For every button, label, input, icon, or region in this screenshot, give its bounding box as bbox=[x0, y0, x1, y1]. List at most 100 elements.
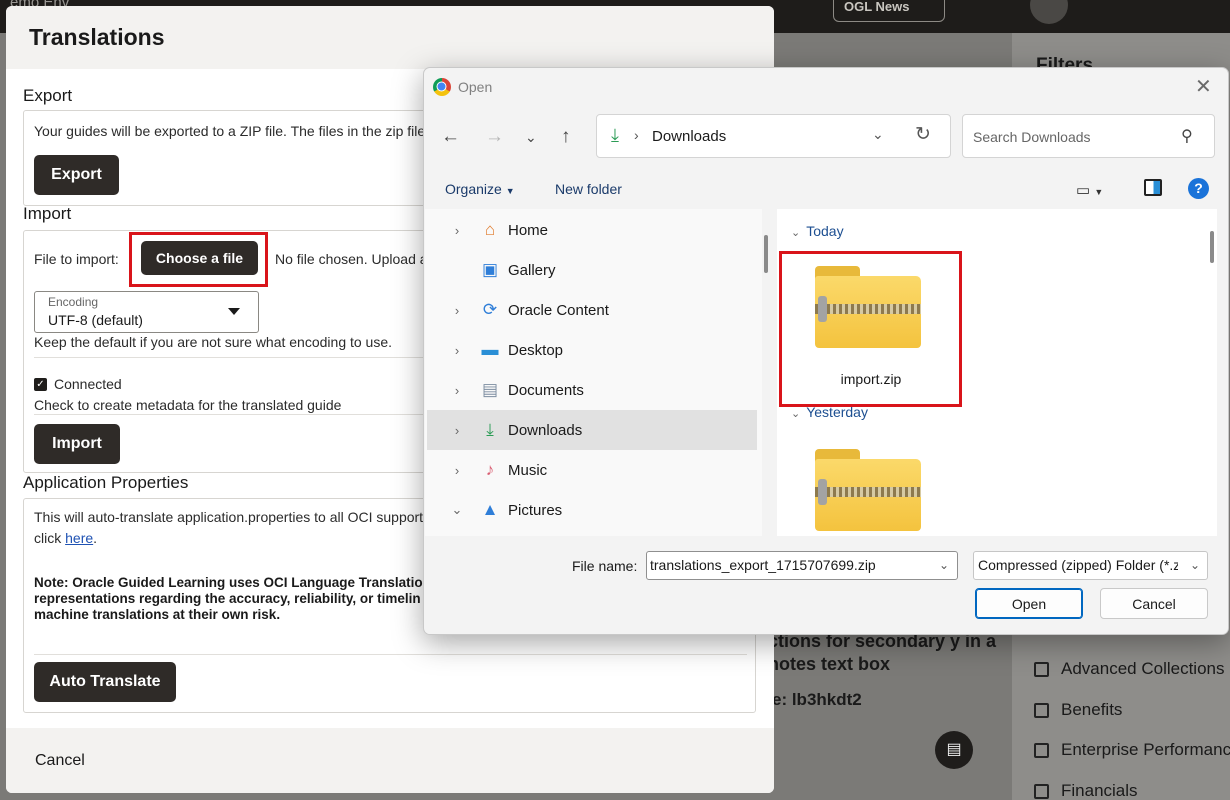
nav-item-gallery[interactable]: ▣ Gallery bbox=[427, 250, 757, 290]
checkbox[interactable] bbox=[1034, 661, 1049, 677]
search-placeholder: Search Downloads bbox=[973, 129, 1091, 145]
organize-label: Organize bbox=[445, 181, 502, 197]
checkbox[interactable] bbox=[1034, 783, 1049, 799]
chat-icon[interactable]: ▤ bbox=[935, 731, 973, 769]
zip-folder-icon bbox=[815, 266, 923, 350]
expand-chevron-icon[interactable]: › bbox=[443, 343, 471, 358]
search-input[interactable]: Search Downloads ⚲ bbox=[962, 114, 1215, 158]
choose-file-button[interactable]: Choose a file bbox=[141, 241, 258, 275]
nav-item-label: Home bbox=[508, 221, 549, 239]
view-options-icon[interactable]: ▭ ▼ bbox=[1076, 181, 1103, 199]
expand-chevron-icon[interactable]: › bbox=[443, 383, 471, 398]
nav-scrollbar[interactable] bbox=[764, 235, 768, 273]
nav-item-home[interactable]: › ⌂ Home bbox=[427, 210, 757, 250]
breadcrumb[interactable]: Downloads bbox=[652, 128, 726, 145]
nav-item-label: Music bbox=[508, 461, 548, 479]
music-icon: ♪ bbox=[485, 460, 495, 479]
auto-translate-button[interactable]: Auto Translate bbox=[34, 662, 176, 702]
zip-folder-icon bbox=[815, 449, 923, 533]
breadcrumb-separator-icon: › bbox=[634, 127, 639, 143]
modal-footer: Cancel bbox=[6, 728, 774, 793]
modal-title: Translations bbox=[29, 24, 165, 50]
filter-advanced-collections[interactable]: Advanced Collections bbox=[1034, 659, 1224, 679]
group-label: Yesterday bbox=[806, 404, 868, 420]
click-here-text: click here. bbox=[34, 530, 97, 546]
checkbox[interactable] bbox=[1034, 742, 1049, 758]
file-name-value: translations_export_1715707699.zip bbox=[650, 557, 876, 573]
nav-item-label: Documents bbox=[508, 381, 584, 399]
navigation-pane: › ⌂ Home ▣ Gallery › ⟳ Oracle Content › ▬ Desktop ›… bbox=[425, 209, 768, 536]
here-link[interactable]: here bbox=[65, 530, 93, 546]
downloads-icon: ⤓ bbox=[486, 420, 494, 439]
filter-label: Enterprise Performance bbox=[1061, 740, 1230, 759]
modal-cancel-button[interactable]: Cancel bbox=[35, 752, 85, 770]
file-name-field[interactable]: translations_export_1715707699.zip ⌄ bbox=[646, 551, 958, 580]
ogl-news-button[interactable]: OGL News bbox=[833, 0, 945, 22]
dialog-bottom-bar: File name: translations_export_171570769… bbox=[425, 536, 1228, 634]
export-description: Your guides will be exported to a ZIP fi… bbox=[34, 123, 437, 139]
expand-chevron-icon[interactable]: › bbox=[443, 463, 471, 478]
background-card-code: e: lb3hkdt2 bbox=[772, 690, 862, 709]
nav-item-oracle-content[interactable]: › ⟳ Oracle Content bbox=[427, 290, 757, 330]
click-suffix: . bbox=[93, 530, 98, 546]
expand-chevron-icon[interactable]: › bbox=[443, 303, 471, 318]
dialog-cancel-button[interactable]: Cancel bbox=[1100, 588, 1208, 619]
filter-financials[interactable]: Financials bbox=[1034, 781, 1138, 800]
export-button[interactable]: Export bbox=[34, 155, 119, 195]
expand-chevron-icon[interactable]: › bbox=[443, 423, 471, 438]
documents-icon: ▤ bbox=[481, 380, 499, 399]
avatar[interactable] bbox=[1030, 0, 1068, 24]
nav-item-documents[interactable]: › ▤ Documents bbox=[427, 370, 757, 410]
forward-arrow-icon[interactable]: → bbox=[485, 126, 504, 148]
file-type-select[interactable]: Compressed (zipped) Folder (*.zip) ⌄ bbox=[973, 551, 1208, 580]
filter-label: Financials bbox=[1061, 781, 1138, 800]
file-name-label: File name: bbox=[572, 558, 638, 574]
file-name: import.zip bbox=[840, 371, 902, 387]
file-item-import-zip[interactable]: import.zip bbox=[781, 254, 961, 404]
group-today[interactable]: ⌄ Today bbox=[791, 223, 844, 239]
open-button[interactable]: Open bbox=[975, 588, 1083, 619]
help-icon[interactable]: ? bbox=[1188, 178, 1209, 199]
expand-chevron-icon[interactable]: › bbox=[443, 223, 471, 238]
sync-folder-icon: ⟳ bbox=[482, 300, 498, 319]
chevron-down-icon: ▼ bbox=[505, 186, 515, 196]
connected-hint: Check to create metadata for the transla… bbox=[34, 397, 342, 413]
dropdown-arrow-icon bbox=[228, 308, 240, 315]
connected-checkbox[interactable]: ✓ bbox=[34, 378, 47, 391]
checkbox[interactable] bbox=[1034, 702, 1049, 718]
file-item-yesterday[interactable] bbox=[781, 441, 961, 536]
nav-item-music[interactable]: › ♪ Music bbox=[427, 450, 757, 490]
home-icon: ⌂ bbox=[484, 220, 496, 239]
refresh-icon[interactable]: ↻ bbox=[915, 123, 931, 146]
translation-note: Note: Oracle Guided Learning uses OCI La… bbox=[34, 575, 431, 622]
nav-item-label: Gallery bbox=[508, 261, 556, 279]
organize-menu[interactable]: Organize ▼ bbox=[445, 181, 515, 197]
no-file-chosen-text: No file chosen. Upload a bbox=[275, 251, 428, 267]
application-properties-heading: Application Properties bbox=[23, 473, 189, 492]
address-bar[interactable]: ⤓ › Downloads ⌄ ↻ bbox=[596, 114, 951, 158]
address-dropdown-icon[interactable]: ⌄ bbox=[872, 126, 884, 143]
import-heading: Import bbox=[23, 204, 72, 223]
nav-item-downloads[interactable]: › ⤓ Downloads bbox=[427, 410, 757, 450]
group-yesterday[interactable]: ⌄ Yesterday bbox=[791, 404, 868, 420]
click-prefix: click bbox=[34, 530, 66, 546]
import-button[interactable]: Import bbox=[34, 424, 120, 464]
close-icon[interactable]: ✕ bbox=[1195, 74, 1212, 99]
nav-item-pictures[interactable]: ⌄ ▲ Pictures bbox=[427, 490, 757, 530]
file-list-scrollbar[interactable] bbox=[1210, 231, 1214, 263]
preview-pane-icon[interactable] bbox=[1144, 179, 1162, 196]
chevron-down-icon[interactable]: ⌄ bbox=[939, 558, 949, 572]
up-arrow-icon[interactable]: ↑ bbox=[561, 126, 571, 148]
recent-locations-chevron-icon[interactable]: ⌄ bbox=[525, 129, 537, 146]
background-card-text: ctions for secondary y in a notes text b… bbox=[768, 631, 997, 674]
nav-item-label: Pictures bbox=[508, 501, 563, 519]
open-file-dialog: Open ✕ ← → ⌄ ↑ ⤓ › Downloads ⌄ ↻ Search … bbox=[423, 67, 1229, 635]
expand-chevron-icon[interactable]: ⌄ bbox=[443, 502, 471, 518]
dialog-title: Open bbox=[458, 79, 493, 95]
encoding-select[interactable]: Encoding UTF-8 (default) bbox=[34, 291, 259, 333]
nav-item-desktop[interactable]: › ▬ Desktop bbox=[427, 330, 757, 370]
back-arrow-icon[interactable]: ← bbox=[441, 126, 460, 148]
filter-benefits[interactable]: Benefits bbox=[1034, 700, 1122, 720]
new-folder-button[interactable]: New folder bbox=[555, 181, 622, 197]
filter-enterprise-performance[interactable]: Enterprise Performance bbox=[1034, 740, 1230, 760]
